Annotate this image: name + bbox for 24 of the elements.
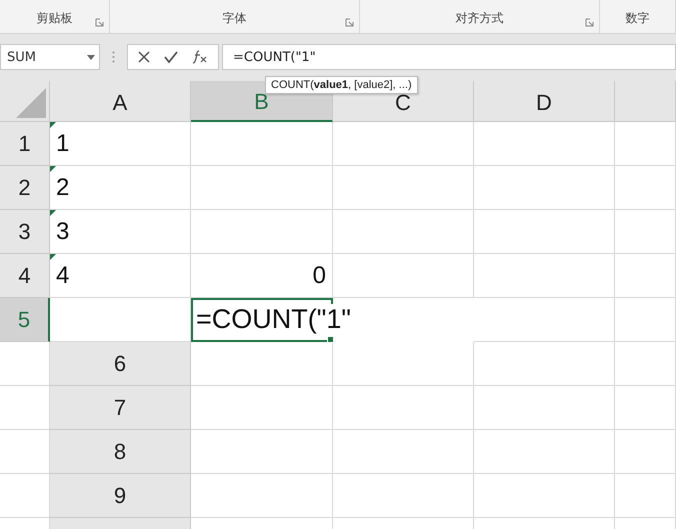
row-header[interactable]: 7 [50,386,191,430]
column-header[interactable]: A [50,81,191,122]
table-cell: 1 [50,122,191,166]
name-box[interactable]: SUM [0,44,100,70]
row-header[interactable]: 1 [0,122,50,166]
row-header[interactable]: 8 [50,430,191,474]
ribbon-group-label: 字体 [222,10,246,27]
table-cell: 4 [50,254,191,298]
ribbon-group-label: 数字 [626,10,650,27]
row-header[interactable]: 2 [0,166,50,210]
row-header[interactable]: 6 [50,342,191,386]
formula-input-field[interactable]: =COUNT("1" [222,44,676,70]
cell-edit-text: =COUNT("1" [196,304,351,336]
row-header[interactable]: 3 [0,210,50,254]
table-cell: 0 [191,254,333,298]
function-tooltip: COUNT(value1, [value2], ...) [265,76,418,94]
row-header[interactable]: 4 [0,254,50,298]
table-cell: 2 [50,166,191,210]
ribbon-group-label: 剪贴板 [36,10,72,27]
row-header[interactable]: 5 [0,298,50,342]
table-cell: 3 [50,210,191,254]
column-header[interactable]: D [474,81,615,122]
ribbon-group-label: 对齐方式 [456,10,504,27]
row-header[interactable]: 9 [50,474,191,518]
